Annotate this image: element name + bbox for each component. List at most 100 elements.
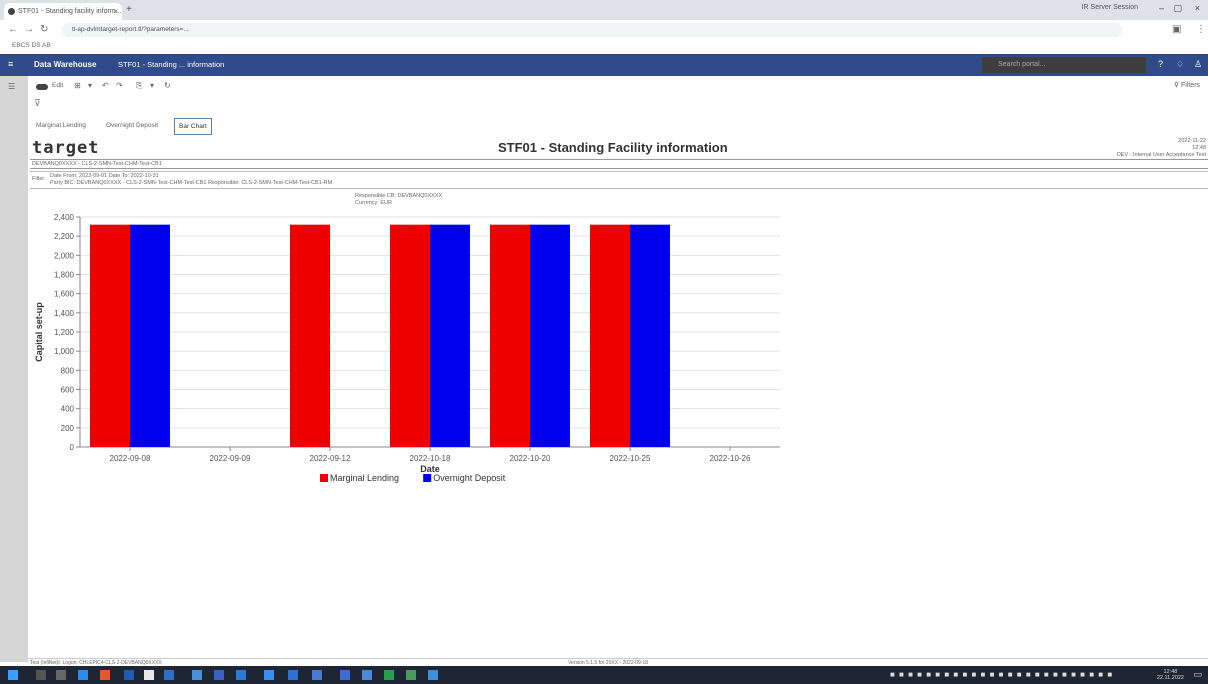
task-view-icon[interactable] — [56, 670, 66, 680]
x-tick-label: 2022-09-09 — [210, 454, 251, 463]
undo-icon[interactable]: ↶ — [102, 81, 109, 90]
tab-marginal-lending[interactable]: Marginal Lending — [32, 118, 90, 133]
explorer-icon[interactable] — [192, 670, 202, 680]
export-icon[interactable]: ⎘ — [136, 81, 142, 91]
y-tick-label: 400 — [61, 405, 75, 414]
bar-marginal-lending — [90, 224, 130, 447]
close-tab-icon[interactable]: × — [113, 3, 118, 20]
reload-icon[interactable]: ↻ — [40, 24, 48, 35]
bar-chart: 0 200 400 600 800 1,000 1,200 1,400 1,600 1,800 2,… — [34, 213, 780, 483]
x-tick-label: 2022-09-08 — [110, 454, 151, 463]
export-dropdown-icon[interactable]: ▾ — [150, 81, 154, 90]
office-icon[interactable] — [100, 670, 110, 680]
app-icon[interactable] — [214, 670, 224, 680]
breadcrumb[interactable]: STF01 - Standing ... information — [118, 60, 224, 69]
filter-dates: Date From: 2022-09-01 Date To: 2022-10-3… — [50, 173, 159, 179]
browser-menu-icon[interactable]: ⋮ — [1196, 24, 1206, 35]
help-icon[interactable]: ? — [1158, 59, 1163, 69]
refresh-icon[interactable]: ↻ — [164, 81, 171, 90]
extensions-icon[interactable]: ▣ — [1172, 24, 1181, 35]
legend-label: Marginal Lending — [330, 473, 399, 483]
url-field[interactable]: tl-ap-dvlmtarget-report.tl/?parameters=.… — [62, 23, 1122, 37]
y-tick-label: 1,000 — [54, 347, 75, 356]
edge-icon[interactable] — [78, 670, 88, 680]
save-icon[interactable]: ⊞ — [74, 81, 81, 90]
notification-center-icon[interactable]: ▭ — [1193, 669, 1202, 680]
notepad-icon[interactable] — [144, 670, 154, 680]
bar-marginal-lending — [290, 224, 330, 447]
word-icon[interactable] — [124, 670, 134, 680]
browser-tab-title: STF01 - Standing facility inform... — [18, 8, 122, 15]
divider — [30, 168, 1208, 169]
bar-marginal-lending — [390, 224, 430, 447]
app-header: ≡ Data Warehouse STF01 - Standing ... in… — [0, 54, 1208, 76]
x-tick-label: 2022-10-25 — [610, 454, 651, 463]
taskbar: ■ ■ ■ ■ ■ ■ ■ ■ ■ ■ ■ ■ ■ ■ ■ ■ ■ ■ ■ ■ … — [0, 666, 1208, 684]
x-tick-label: 2022-10-18 — [410, 454, 451, 463]
address-bar: ← → ↻ tl-ap-dvlmtarget-report.tl/?parame… — [0, 20, 1208, 41]
edit-toggle[interactable] — [36, 84, 48, 90]
report-time: 12:48 — [1192, 145, 1206, 151]
back-icon[interactable]: ← — [8, 24, 18, 35]
filters-button[interactable]: ⊽ Filters — [1174, 81, 1200, 89]
forward-icon[interactable]: → — [24, 24, 34, 35]
y-tick-label: 200 — [61, 424, 75, 433]
legend-swatch — [423, 474, 432, 482]
excel-icon[interactable] — [384, 670, 394, 680]
bar-overnight-deposit — [130, 224, 170, 447]
chrome-icon[interactable] — [264, 670, 274, 680]
outlook-icon[interactable] — [164, 670, 174, 680]
legend-swatch — [320, 474, 328, 482]
system-tray-icons[interactable]: ■ ■ ■ ■ ■ ■ ■ ■ ■ ■ ■ ■ ■ ■ ■ ■ ■ ■ ■ ■ … — [890, 670, 1113, 679]
notifications-icon[interactable]: ♢ — [1176, 59, 1184, 70]
taskbar-clock[interactable]: 12:48 22.11.2022 — [1157, 669, 1184, 681]
app3-icon[interactable] — [340, 670, 350, 680]
y-tick-label: 800 — [61, 366, 75, 375]
filters-label: Filters — [1180, 82, 1200, 89]
y-axis-title: Capital set-up — [34, 302, 44, 362]
tab-bar-chart[interactable]: Bar Chart — [174, 118, 212, 135]
app2-icon[interactable] — [312, 670, 322, 680]
redo-icon[interactable]: ↷ — [116, 81, 123, 90]
new-tab-icon[interactable]: + — [126, 4, 132, 15]
bar-marginal-lending — [590, 224, 630, 447]
hamburger-menu-icon[interactable]: ≡ — [8, 59, 13, 69]
legend-label: Overnight Deposit — [433, 473, 506, 483]
app6-icon[interactable] — [428, 670, 438, 680]
start-icon[interactable] — [8, 670, 18, 680]
bar-overnight-deposit — [530, 224, 570, 447]
bar-overnight-deposit — [630, 224, 670, 447]
y-tick-label: 1,200 — [54, 328, 75, 337]
x-tick-label: 2022-10-26 — [710, 454, 751, 463]
report-subheader: DEVBANQ0XXXX - CLS-2-SMN-Test-CHM-Test-C… — [32, 161, 162, 167]
search-icon[interactable] — [36, 670, 46, 680]
report-date: 2022-11-22 — [1178, 138, 1206, 144]
browser-tab[interactable]: STF01 - Standing facility inform... × — [4, 3, 122, 20]
maximize-icon[interactable]: ▢ — [1173, 3, 1182, 14]
minimize-icon[interactable]: – — [1159, 3, 1164, 13]
y-tick-label: 600 — [61, 386, 75, 395]
app-name[interactable]: Data Warehouse — [34, 60, 96, 69]
bookmark-item[interactable]: EBCS DS AB — [12, 42, 51, 49]
y-tick-label: 0 — [70, 443, 75, 452]
remote-icon[interactable] — [288, 670, 298, 680]
edit-label: Edit — [52, 82, 64, 89]
app4-icon[interactable] — [362, 670, 372, 680]
tab-overnight-deposit[interactable]: Overnight Deposit — [102, 118, 162, 133]
panel-toggle-icon[interactable]: ☰ — [8, 82, 15, 91]
favicon-icon — [8, 8, 15, 15]
profile-label[interactable]: IR Server Session — [1082, 4, 1138, 11]
user-icon[interactable]: ♙ — [1194, 59, 1202, 70]
teams-icon[interactable] — [236, 670, 246, 680]
filter-icon[interactable]: ⊽ — [34, 98, 41, 109]
portal-search-input[interactable]: Search portal... — [982, 57, 1146, 73]
bookmarks-bar: EBCS DS AB — [0, 40, 1208, 52]
close-window-icon[interactable]: × — [1195, 3, 1200, 13]
report-toolbar: Edit ⊞ ▾ ↶ ↷ ⎘ ▾ ↻ — [30, 78, 1208, 96]
filter-summary: Filter Date From: 2022-09-01 Date To: 20… — [30, 171, 1208, 189]
dropdown-icon[interactable]: ▾ — [88, 81, 92, 90]
bar-marginal-lending — [490, 224, 530, 447]
clock-date: 22.11.2022 — [1156, 675, 1184, 681]
app5-icon[interactable] — [406, 670, 416, 680]
target-logo: target — [32, 138, 100, 158]
